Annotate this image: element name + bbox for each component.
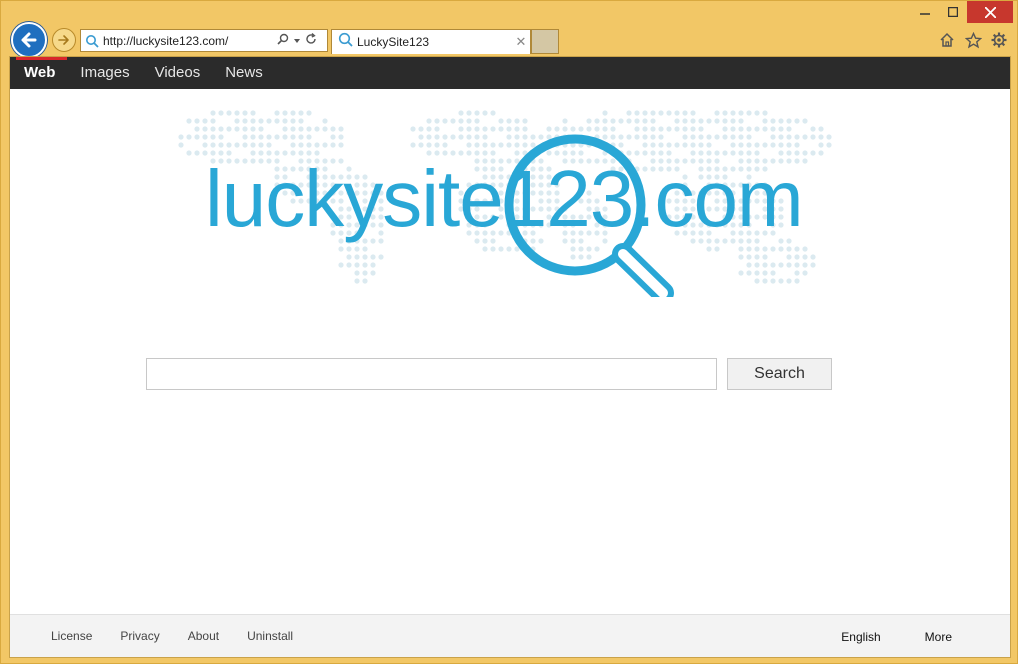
search-input[interactable] (146, 358, 717, 390)
footer-uninstall-link[interactable]: Uninstall (247, 629, 293, 643)
footer-right: English More (841, 615, 980, 657)
browser-toolbar: LuckySite123 ✕ (1, 20, 1017, 58)
page-content: Web Images Videos News luckysite123.com … (9, 56, 1011, 658)
close-icon[interactable]: ✕ (512, 34, 530, 50)
home-icon[interactable] (937, 30, 957, 50)
gear-icon[interactable] (989, 30, 1009, 50)
address-bar[interactable] (80, 29, 328, 52)
magnifier-icon (504, 134, 674, 297)
forward-arrow-icon (58, 35, 69, 45)
back-button[interactable] (11, 22, 47, 58)
browser-right-tools (937, 30, 1009, 50)
nav-news[interactable]: News (225, 57, 263, 89)
star-icon[interactable] (963, 30, 983, 50)
browser-tab[interactable]: LuckySite123 ✕ (331, 29, 531, 54)
footer-privacy-link[interactable]: Privacy (120, 629, 159, 643)
more-link[interactable]: More (925, 630, 952, 644)
new-tab-button[interactable] (531, 29, 559, 54)
nav-images[interactable]: Images (80, 57, 129, 89)
search-button[interactable]: Search (727, 358, 832, 390)
forward-button[interactable] (52, 28, 76, 52)
footer-license-link[interactable]: License (51, 629, 92, 643)
address-input[interactable] (103, 31, 273, 50)
footer-about-link[interactable]: About (188, 629, 219, 643)
chevron-down-icon[interactable] (293, 32, 301, 50)
search-icon (338, 32, 353, 52)
nav-videos[interactable]: Videos (155, 57, 201, 89)
search-icon (81, 30, 103, 51)
site-logo: luckysite123.com (165, 97, 855, 297)
footer: License Privacy About Uninstall English … (10, 614, 1010, 657)
search-icon[interactable] (277, 32, 289, 50)
refresh-icon[interactable] (305, 32, 317, 50)
browser-window: LuckySite123 ✕ (0, 0, 1018, 664)
back-arrow-icon (21, 32, 37, 48)
tab-title: LuckySite123 (357, 35, 430, 49)
address-tools (277, 32, 317, 50)
language-selector[interactable]: English (841, 630, 880, 644)
site-nav: Web Images Videos News (10, 57, 1010, 89)
nav-web[interactable]: Web (15, 57, 68, 89)
